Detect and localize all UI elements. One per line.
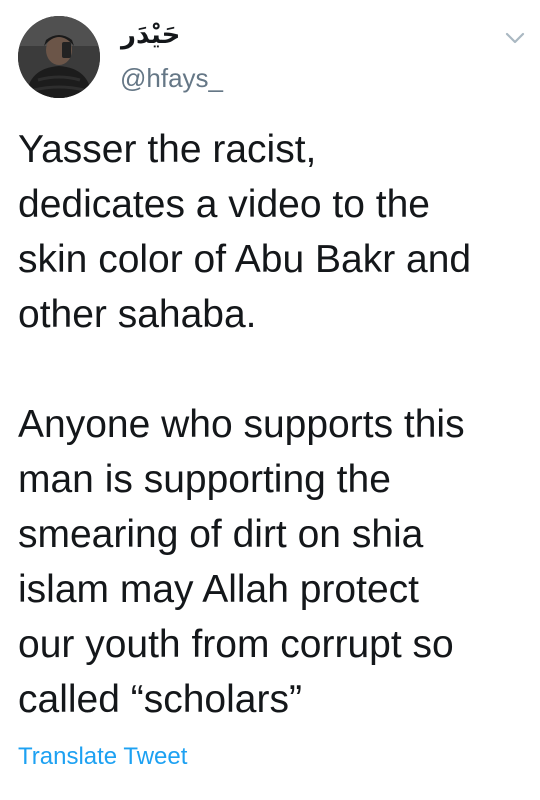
tweet-line: called “scholars” <box>18 678 302 721</box>
tweet-line: man is supporting the <box>18 458 391 501</box>
tweet-line: dedicates a video to the <box>18 183 430 226</box>
translate-tweet-link[interactable]: Translate Tweet <box>18 742 187 772</box>
tweet-line: our youth from corrupt so <box>18 623 454 666</box>
display-name[interactable]: حَيْدَر <box>121 18 180 52</box>
tweet-line: islam may Allah protect <box>18 568 419 611</box>
chevron-down-icon[interactable] <box>503 28 527 48</box>
tweet-card: حَيْدَر @hfays_ Yasser the racist, dedic… <box>0 0 540 800</box>
tweet-line: other sahaba. <box>18 293 257 336</box>
tweet-text: Yasser the racist, dedicates a video to … <box>18 122 530 727</box>
tweet-line: smearing of dirt on shia <box>18 513 424 556</box>
tweet-line: skin color of Abu Bakr and <box>18 238 472 281</box>
tweet-line: Yasser the racist, <box>18 128 317 171</box>
user-handle[interactable]: @hfays_ <box>120 62 223 94</box>
avatar-image <box>18 16 100 98</box>
tweet-line: Anyone who supports this <box>18 403 465 446</box>
tweet-paragraph: Yasser the racist, dedicates a video to … <box>18 122 530 342</box>
tweet-paragraph: Anyone who supports this man is supporti… <box>18 397 530 727</box>
avatar[interactable] <box>18 16 100 98</box>
